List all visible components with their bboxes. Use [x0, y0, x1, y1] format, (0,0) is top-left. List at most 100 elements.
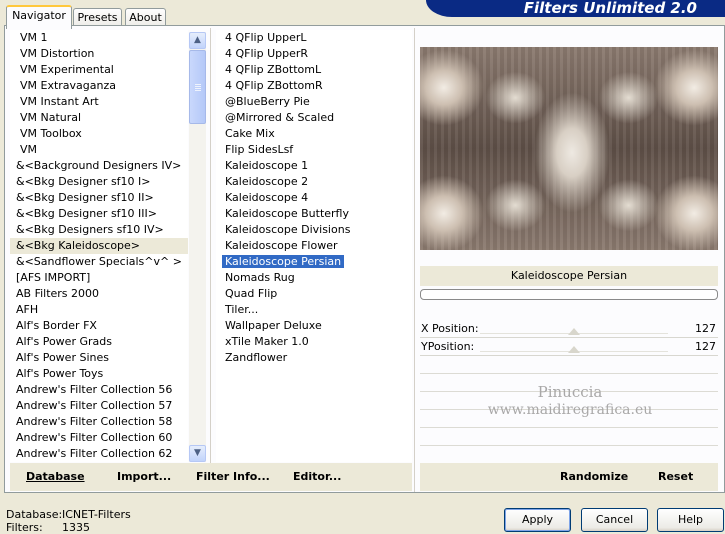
category-item[interactable]: &<Background Designers IV> [10, 158, 188, 174]
filter-item-label: Kaleidoscope Flower [225, 239, 338, 252]
preview-command-bar: Randomize Reset [420, 463, 718, 491]
filter-item-label: Quad Flip [225, 287, 278, 300]
filter-item[interactable]: Wallpaper Deluxe [216, 318, 412, 334]
watermark-line2: www.maidiregrafica.eu [487, 402, 653, 418]
cancel-button[interactable]: Cancel [581, 508, 648, 532]
filter-item[interactable]: Nomads Rug [216, 270, 412, 286]
scroll-thumb[interactable] [189, 50, 206, 124]
scroll-up-icon[interactable]: ▲ [189, 32, 206, 49]
category-item[interactable]: AFH [10, 302, 188, 318]
filter-item[interactable]: 4 QFlip ZBottomR [216, 78, 412, 94]
import-button[interactable]: Import... [117, 469, 171, 485]
progress-bar [420, 289, 718, 300]
param-row-x-position[interactable]: X Position: 127 [420, 320, 718, 338]
filter-item[interactable]: Zandflower [216, 350, 412, 366]
command-bar: Database Import... Filter Info... Editor… [10, 463, 412, 491]
category-item[interactable]: Andrew's Filter Collection 62 [10, 446, 188, 462]
category-item[interactable]: &<Bkg Designer sf10 III> [10, 206, 188, 222]
list-divider [210, 28, 211, 464]
filter-item[interactable]: Kaleidoscope 1 [216, 158, 412, 174]
category-item[interactable]: Alf's Border FX [10, 318, 188, 334]
filter-info-button[interactable]: Filter Info... [196, 469, 270, 485]
param-value: 127 [695, 322, 716, 335]
editor-button[interactable]: Editor... [293, 469, 341, 485]
filter-item[interactable]: Flip SidesLsf [216, 142, 412, 158]
empty-param-row [420, 428, 718, 446]
filter-item[interactable]: Kaleidoscope 2 [216, 174, 412, 190]
status-filters-label: Filters: [6, 521, 43, 534]
filter-item[interactable]: 4 QFlip UpperR [216, 46, 412, 62]
filter-item-label: 4 QFlip ZBottomR [225, 79, 323, 92]
category-item[interactable]: &<Bkg Kaleidoscope> [10, 238, 188, 254]
filter-item[interactable]: @Mirrored & Scaled [216, 110, 412, 126]
category-item[interactable]: &<Bkg Designer sf10 II> [10, 190, 188, 206]
filter-item-label: Zandflower [225, 351, 288, 364]
category-item[interactable]: Andrew's Filter Collection 57 [10, 398, 188, 414]
category-item[interactable]: VM Natural [10, 110, 188, 126]
filter-item[interactable]: Kaleidoscope 4 [216, 190, 412, 206]
filter-item-label: @BlueBerry Pie [225, 95, 310, 108]
param-label: YPosition: [421, 340, 475, 353]
filter-item[interactable]: xTile Maker 1.0 [216, 334, 412, 350]
app-banner-title: Filters Unlimited 2.0 [426, 0, 725, 17]
filter-item[interactable]: Kaleidoscope Butterfly [216, 206, 412, 222]
category-item[interactable]: VM Toolbox [10, 126, 188, 142]
filter-item[interactable]: @BlueBerry Pie [216, 94, 412, 110]
filter-item-label: Kaleidoscope Butterfly [225, 207, 349, 220]
filter-item[interactable]: Quad Flip [216, 286, 412, 302]
filter-item[interactable]: Tiler... [216, 302, 412, 318]
filter-item[interactable]: Kaleidoscope Flower [216, 238, 412, 254]
category-item[interactable]: AB Filters 2000 [10, 286, 188, 302]
slider-thumb[interactable] [568, 346, 580, 353]
randomize-button[interactable]: Randomize [560, 469, 628, 485]
category-item[interactable]: VM Instant Art [10, 94, 188, 110]
filter-item-label: Flip SidesLsf [225, 143, 294, 156]
category-item[interactable]: VM Experimental [10, 62, 188, 78]
category-item[interactable]: VM 1 [10, 30, 188, 46]
filter-item-label: Nomads Rug [225, 271, 295, 284]
filter-item[interactable]: Kaleidoscope Divisions [216, 222, 412, 238]
filter-item-label: Kaleidoscope 2 [225, 175, 309, 188]
filter-item-label: 4 QFlip UpperL [225, 31, 307, 44]
category-list[interactable]: VM 1 VM Distortion VM Experimental VM Extra… [10, 30, 188, 462]
category-item[interactable]: Alf's Power Grads [10, 334, 188, 350]
empty-param-row [420, 356, 718, 374]
category-item[interactable]: &<Sandflower Specials^v^ > [10, 254, 188, 270]
scroll-down-icon[interactable]: ▼ [189, 445, 206, 462]
category-item[interactable]: Alf's Power Toys [10, 366, 188, 382]
category-item[interactable]: Andrew's Filter Collection 60 [10, 430, 188, 446]
category-item[interactable]: &<Bkg Designer sf10 I> [10, 174, 188, 190]
category-item[interactable]: VM [10, 142, 188, 158]
category-item[interactable]: [AFS IMPORT] [10, 270, 188, 286]
help-button[interactable]: Help [657, 508, 724, 532]
param-label: X Position: [421, 322, 479, 335]
category-item[interactable]: VM Extravaganza [10, 78, 188, 94]
filter-item-label: xTile Maker 1.0 [225, 335, 309, 348]
category-item[interactable]: &<Bkg Designers sf10 IV> [10, 222, 188, 238]
filter-item[interactable]: Kaleidoscope Persian [216, 254, 412, 270]
reset-button[interactable]: Reset [658, 469, 693, 485]
watermark-line1: Pinuccia [537, 383, 603, 401]
preview-image [420, 47, 718, 250]
category-item[interactable]: Alf's Power Sines [10, 350, 188, 366]
category-scrollbar[interactable]: ▲ ▼ [189, 32, 206, 462]
database-label: Database [26, 470, 85, 483]
filter-item-label: Kaleidoscope 4 [225, 191, 309, 204]
filter-item-label: 4 QFlip ZBottomL [225, 63, 322, 76]
status-database-label: Database: [6, 508, 63, 521]
param-row-y-position[interactable]: YPosition: 127 [420, 338, 718, 356]
tab-navigator[interactable]: Navigator [6, 5, 72, 29]
filter-list[interactable]: 4 QFlip UpperL 4 QFlip UpperR 4 QFlip ZBot… [216, 30, 412, 462]
database-button[interactable]: Database [26, 469, 85, 485]
slider-thumb[interactable] [568, 328, 580, 335]
filter-item[interactable]: 4 QFlip ZBottomL [216, 62, 412, 78]
filter-item-label: Kaleidoscope 1 [225, 159, 309, 172]
category-item[interactable]: VM Distortion [10, 46, 188, 62]
empty-param-row [420, 446, 718, 464]
filter-item[interactable]: 4 QFlip UpperL [216, 30, 412, 46]
category-item[interactable]: Andrew's Filter Collection 58 [10, 414, 188, 430]
apply-button[interactable]: Apply [504, 508, 571, 532]
category-item[interactable]: Andrew's Filter Collection 56 [10, 382, 188, 398]
filter-item[interactable]: Cake Mix [216, 126, 412, 142]
filter-item-label: Kaleidoscope Divisions [225, 223, 351, 236]
